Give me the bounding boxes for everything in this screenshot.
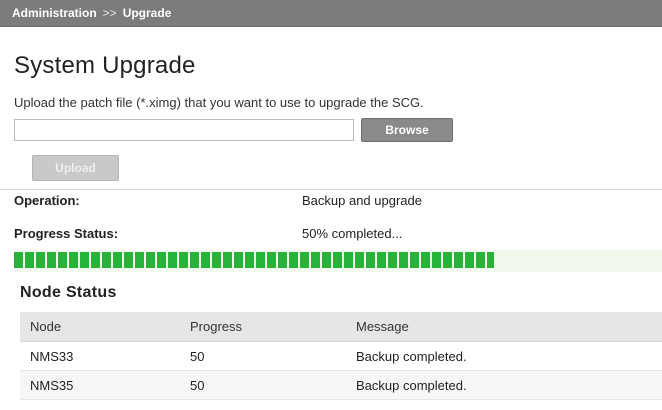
progress-cell: 50: [180, 370, 346, 400]
progress-cell: 50: [180, 341, 346, 371]
upload-instructions: Upload the patch file (*.ximg) that you …: [14, 95, 424, 110]
patch-file-input[interactable]: [14, 119, 354, 141]
breadcrumb-separator: >>: [102, 6, 117, 20]
operation-label: Operation:: [14, 193, 80, 208]
progress-status-label: Progress Status:: [14, 226, 119, 241]
message-cell: Backup completed.: [346, 370, 662, 400]
table-row: NMS35 50 Backup completed.: [20, 370, 662, 400]
page-title: System Upgrade: [14, 52, 196, 79]
column-header-node[interactable]: Node: [20, 312, 180, 342]
browse-button[interactable]: Browse: [361, 118, 453, 142]
table-header-row: Node Progress Message: [20, 312, 662, 342]
section-divider: [0, 189, 662, 190]
progress-bar-fill: [14, 252, 494, 268]
system-upgrade-page: Administration >> Upgrade System Upgrade…: [0, 0, 662, 410]
column-header-progress[interactable]: Progress: [180, 312, 346, 342]
node-cell: NMS35: [20, 370, 180, 400]
column-header-message[interactable]: Message: [346, 312, 662, 342]
message-cell: Backup completed.: [346, 341, 662, 371]
progress-status-row: Progress Status: 50% completed...: [14, 226, 654, 244]
node-status-table: Node Progress Message NMS33 50 Backup co…: [20, 312, 662, 400]
operation-value: Backup and upgrade: [302, 193, 422, 208]
breadcrumb-current-page: Upgrade: [122, 6, 172, 20]
table-row: NMS33 50 Backup completed.: [20, 341, 662, 371]
node-status-title: Node Status: [20, 284, 117, 301]
breadcrumb: Administration >> Upgrade: [0, 0, 662, 27]
breadcrumb-section[interactable]: Administration: [12, 6, 97, 20]
upload-button[interactable]: Upload: [32, 155, 119, 181]
operation-row: Operation: Backup and upgrade: [14, 193, 654, 211]
node-cell: NMS33: [20, 341, 180, 371]
progress-status-value: 50% completed...: [302, 226, 403, 241]
